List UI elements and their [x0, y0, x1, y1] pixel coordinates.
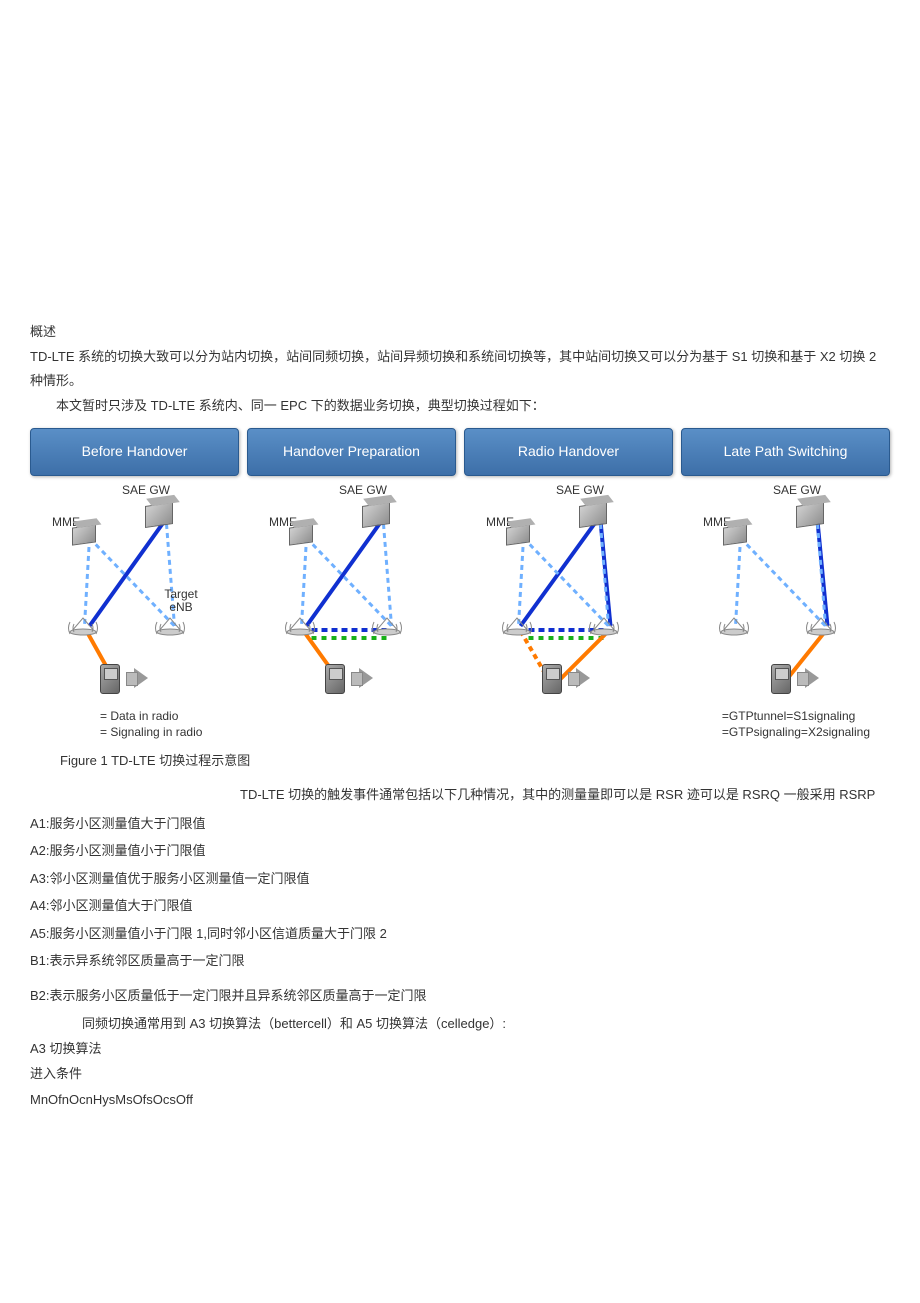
label-sae-gw: SAE GW: [122, 484, 170, 497]
intro-paragraph-2: 本文暂时只涉及 TD-LTE 系统内、同一 EPC 下的数据业务切换，典型切换过…: [30, 394, 890, 417]
node-sae-gw: [579, 502, 607, 528]
section-title: 概述: [30, 320, 890, 343]
a3-algorithm-title: A3 切换算法: [30, 1037, 890, 1060]
event-a2: A2:服务小区测量值小于门限值: [30, 839, 890, 862]
node-target-enb: [155, 616, 185, 636]
legend-signaling-in-radio: = Signaling in radio: [100, 724, 202, 741]
node-mme: [723, 524, 747, 545]
label-sae-gw: SAE GW: [339, 484, 387, 497]
panel-header: Before Handover: [30, 428, 239, 476]
node-mme: [506, 524, 530, 545]
node-source-enb: [285, 616, 315, 636]
event-b2: B2:表示服务小区质量低于一定门限并且异系统邻区质量高于一定门限: [30, 984, 890, 1007]
label-sae-gw: SAE GW: [556, 484, 604, 497]
node-sae-gw: [145, 502, 173, 528]
move-arrow-icon: [359, 668, 373, 688]
node-sae-gw: [362, 502, 390, 528]
node-source-enb: [68, 616, 98, 636]
move-arrow-icon: [134, 668, 148, 688]
node-mme: [72, 524, 96, 545]
panel-header: Radio Handover: [464, 428, 673, 476]
node-target-enb: [806, 616, 836, 636]
node-mme: [289, 524, 313, 545]
node-target-enb: [372, 616, 402, 636]
figure-legend: = Data in radio = Signaling in radio =GT…: [30, 706, 890, 750]
figure-1: Before Handover SAE GW MME Target eNB: [30, 428, 890, 773]
trigger-intro: TD-LTE 切换的触发事件通常包括以下几种情况，其中的测量量即可以是 RSR …: [30, 783, 890, 806]
node-source-enb: [719, 616, 749, 636]
node-ue: [771, 664, 791, 694]
panel-header: Handover Preparation: [247, 428, 456, 476]
event-a5: A5:服务小区测量值小于门限 1,同时邻小区信道质量大于门限 2: [30, 922, 890, 945]
move-arrow-icon: [805, 668, 819, 688]
panel-header: Late Path Switching: [681, 428, 890, 476]
panel-radio-handover: Radio Handover SAE GW: [464, 428, 673, 706]
event-a1: A1:服务小区测量值大于门限值: [30, 812, 890, 835]
node-sae-gw: [796, 502, 824, 528]
legend-gtp-signaling: =GTPsignaling=X2signaling: [722, 724, 870, 741]
move-arrow-icon: [576, 668, 590, 688]
label-target-enb: Target eNB: [156, 588, 206, 614]
enter-condition-label: 进入条件: [30, 1062, 890, 1085]
node-ue: [100, 664, 120, 694]
panel-late-path-switching: Late Path Switching SAE GW MME: [681, 428, 890, 706]
algorithm-intro: 同频切换通常用到 A3 切换算法（bettercell）和 A5 切换算法（ce…: [30, 1012, 890, 1035]
node-ue: [542, 664, 562, 694]
event-a4: A4:邻小区测量值大于门限值: [30, 894, 890, 917]
panel-handover-preparation: Handover Preparation SAE GW MME: [247, 428, 456, 706]
figure-caption: Figure 1 TD-LTE 切换过程示意图: [30, 749, 890, 772]
node-target-enb: [589, 616, 619, 636]
event-b1: B1:表示异系统邻区质量高于一定门限: [30, 949, 890, 972]
event-a3: A3:邻小区测量值优于服务小区测量值一定门限值: [30, 867, 890, 890]
label-sae-gw: SAE GW: [773, 484, 821, 497]
node-ue: [325, 664, 345, 694]
legend-gtp-tunnel: =GTPtunnel=S1signaling: [722, 708, 870, 725]
legend-data-in-radio: = Data in radio: [100, 708, 202, 725]
intro-paragraph-1: TD-LTE 系统的切换大致可以分为站内切换，站间同频切换，站间异频切换和系统间…: [30, 345, 890, 392]
node-source-enb: [502, 616, 532, 636]
a3-formula: MnOfnOcnHysMsOfsOcsOff: [30, 1088, 890, 1111]
panel-before-handover: Before Handover SAE GW MME Target eNB: [30, 428, 239, 706]
